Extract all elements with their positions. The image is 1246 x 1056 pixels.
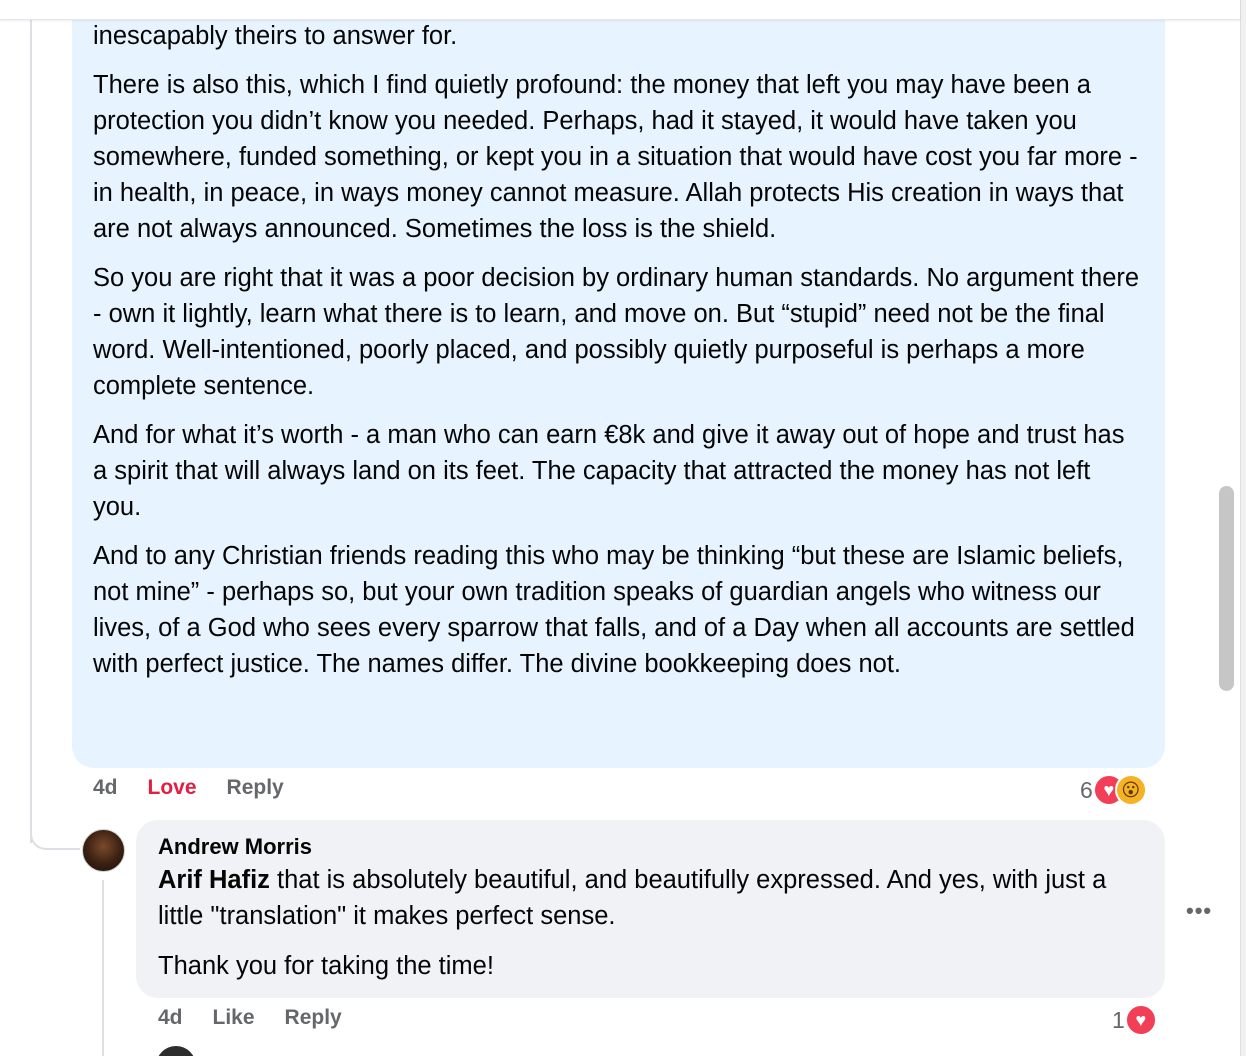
reply-button[interactable]: Reply [227,776,284,800]
comment-author[interactable]: Andrew Morris [158,832,1143,862]
comment-bubble: inescapably theirs to answer for. There … [72,0,1165,768]
love-button[interactable]: Love [148,776,197,800]
reply-timestamp[interactable]: 4d [158,1006,183,1030]
avatar[interactable] [82,829,125,872]
reaction-summary[interactable]: 6 ♥ 😮 [1080,774,1147,806]
reply-button[interactable]: Reply [285,1006,342,1030]
mention-link[interactable]: Arif Hafiz [158,866,270,894]
thread-connector [30,818,80,850]
wow-icon: 😮 [1114,774,1147,806]
reply-bubble: Andrew Morris Arif Hafiz that is absolut… [136,820,1165,998]
reply-actions: 4d Like Reply [158,1006,372,1030]
like-button[interactable]: Like [213,1006,255,1030]
reply-paragraph: Thank you for taking the time! [158,952,494,980]
reply-text: that is absolutely beautiful, and beauti… [158,866,1107,930]
more-options-icon[interactable]: ••• [1186,898,1212,924]
scrollbar-track[interactable] [1240,0,1246,1056]
comment-paragraph: And to any Christian friends reading thi… [93,542,1135,678]
comment-paragraph: And for what it’s worth - a man who can … [93,421,1125,521]
comment-paragraph: So you are right that it was a poor deci… [93,264,1140,400]
thread-line-reply [102,880,104,1056]
reaction-summary[interactable]: 1 ♥ [1112,1004,1157,1036]
comment-paragraph: inescapably theirs to answer for. [93,22,458,50]
heart-icon: ♥ [1124,1004,1157,1036]
comment-paragraph: There is also this, which I find quietly… [93,71,1138,243]
reaction-count: 6 [1080,776,1093,803]
reaction-count: 1 [1112,1006,1125,1033]
avatar[interactable] [156,1046,196,1056]
top-bar [0,0,1240,20]
reply-paragraph: Arif Hafiz that is absolutely beautiful,… [158,862,1143,934]
comment-timestamp[interactable]: 4d [93,776,118,800]
scrollbar-thumb[interactable] [1219,486,1234,691]
thread-line [30,0,32,843]
comment-actions: 4d Love Reply [93,776,314,800]
